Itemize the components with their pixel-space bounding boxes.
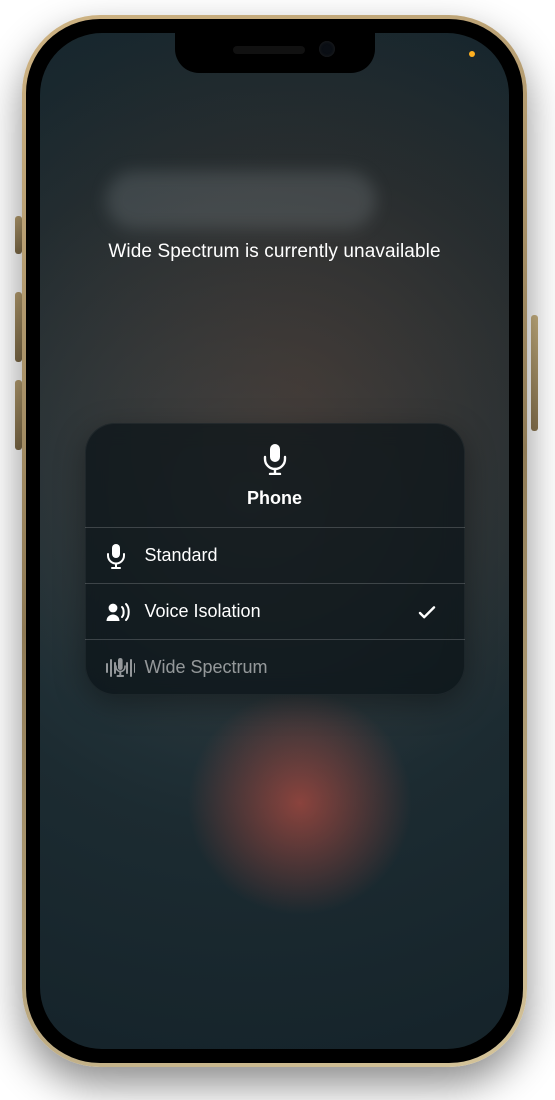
status-message: Wide Spectrum is currently unavailable — [40, 241, 509, 263]
mic-mode-option-voice-isolation[interactable]: Voice Isolation — [85, 583, 465, 639]
voice-isolation-icon — [105, 600, 145, 624]
option-label: Wide Spectrum — [145, 657, 417, 678]
notch — [175, 33, 375, 73]
option-label: Standard — [145, 545, 417, 566]
panel-title: Phone — [85, 488, 465, 509]
mic-mode-option-wide-spectrum[interactable]: Wide Spectrum — [85, 639, 465, 695]
checkmark-icon — [417, 602, 445, 622]
panel-header: Phone — [85, 423, 465, 527]
mic-active-indicator — [469, 51, 475, 57]
volume-down-button — [15, 380, 22, 450]
screen: Wide Spectrum is currently unavailable — [40, 33, 509, 1049]
phone-frame: Wide Spectrum is currently unavailable — [22, 15, 527, 1067]
microphone-icon — [105, 543, 145, 569]
phone-bezel: Wide Spectrum is currently unavailable — [26, 19, 523, 1063]
option-label: Voice Isolation — [145, 601, 417, 622]
control-chip-blurred — [106, 171, 376, 229]
volume-up-button — [15, 292, 22, 362]
side-button — [531, 315, 538, 431]
mic-mode-option-standard[interactable]: Standard — [85, 527, 465, 583]
mute-switch — [15, 216, 22, 254]
microphone-icon — [262, 443, 288, 475]
wide-spectrum-icon — [105, 657, 145, 679]
mic-mode-panel: Phone Standard — [85, 423, 465, 695]
